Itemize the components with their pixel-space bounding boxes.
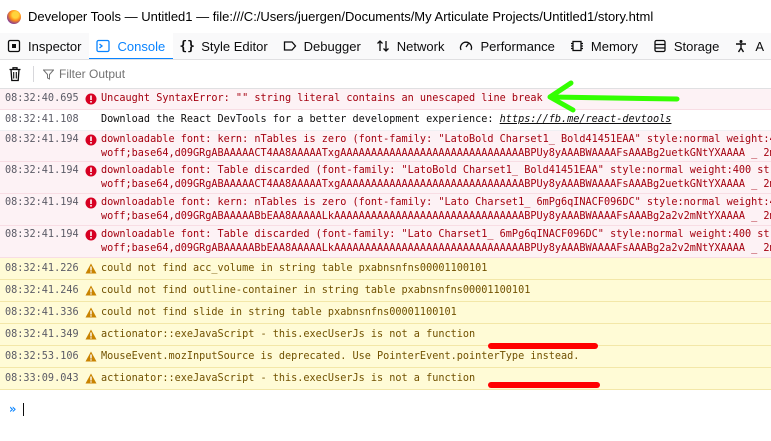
message-timestamp: 08:32:41.336 xyxy=(5,306,79,318)
text-caret xyxy=(23,402,25,416)
console-message-warning: 08:32:41.246 could not find outline-cont… xyxy=(0,280,771,302)
tab-label: Network xyxy=(396,38,445,54)
message-timestamp: 08:32:41.108 xyxy=(5,114,79,125)
message-text-continued: woff;base64,d09GRgABAAAAABbEAA8AAAAALkAA… xyxy=(101,211,771,222)
toolbar-divider xyxy=(33,66,34,82)
message-text: could not find slide in string table pxa… xyxy=(101,306,457,318)
tab-debugger[interactable]: Debugger xyxy=(276,33,369,59)
filter-placeholder: Filter Output xyxy=(59,67,126,81)
warning-icon xyxy=(85,263,101,274)
devtools-tabbar: Inspector Console {} Style Editor Debugg… xyxy=(0,33,771,60)
tab-inspector[interactable]: Inspector xyxy=(0,33,89,59)
tab-label: A xyxy=(755,38,765,54)
message-text: downloadable font: kern: nTables is zero… xyxy=(101,197,771,208)
console-message-error: 08:32:41.194 downloadable font: Table di… xyxy=(0,226,771,258)
storage-icon xyxy=(652,38,668,54)
error-icon xyxy=(85,228,101,257)
trash-icon[interactable] xyxy=(8,66,24,82)
message-timestamp: 08:32:41.246 xyxy=(5,284,79,296)
message-text: downloadable font: Table discarded (font… xyxy=(101,229,771,240)
message-timestamp: 08:32:41.349 xyxy=(5,328,79,340)
tab-label: Storage xyxy=(673,38,720,54)
error-icon xyxy=(85,133,101,161)
message-text: downloadable font: Table discarded (font… xyxy=(101,165,771,176)
tab-label: Memory xyxy=(590,38,638,54)
message-timestamp: 08:32:41.194 xyxy=(5,165,79,176)
filter-output-input[interactable]: Filter Output xyxy=(59,67,259,81)
message-text: actionator::exeJavaScript - this.execUse… xyxy=(101,372,476,384)
console-input[interactable]: » xyxy=(0,398,771,420)
warning-icon xyxy=(85,285,101,296)
debugger-icon xyxy=(282,38,298,54)
tab-network[interactable]: Network xyxy=(369,33,453,59)
warning-icon xyxy=(85,373,101,384)
message-text: MouseEvent.mozInputSource is deprecated.… xyxy=(101,350,580,362)
console-message-warning: 08:32:41.349 actionator::exeJavaScript -… xyxy=(0,324,771,346)
warning-icon xyxy=(85,307,101,318)
window-titlebar: Developer Tools — Untitled1 — file:///C:… xyxy=(0,0,771,33)
warning-icon xyxy=(85,351,101,362)
warning-icon xyxy=(85,329,101,340)
tab-accessibility[interactable]: A xyxy=(727,33,771,59)
error-icon xyxy=(85,164,101,193)
memory-icon xyxy=(569,38,585,54)
message-text: downloadable font: kern: nTables is zero… xyxy=(101,134,771,145)
green-arrow-annotation xyxy=(547,80,680,113)
tab-memory[interactable]: Memory xyxy=(563,33,646,59)
tab-label: Style Editor xyxy=(201,38,268,54)
message-timestamp: 08:32:41.194 xyxy=(5,229,79,240)
red-underline-annotation xyxy=(488,343,598,349)
console-prompt-icon: » xyxy=(9,402,17,416)
message-timestamp: 08:32:40.695 xyxy=(5,93,79,104)
tab-label: Console xyxy=(117,38,166,54)
message-timestamp: 08:32:41.226 xyxy=(5,262,79,274)
message-timestamp: 08:33:09.043 xyxy=(5,372,79,384)
tab-performance[interactable]: Performance xyxy=(452,33,562,59)
message-text-continued: woff;base64,d09GRgABAAAAABbEAA8AAAAALkAA… xyxy=(101,243,771,254)
error-icon xyxy=(85,93,101,105)
message-timestamp: 08:32:41.194 xyxy=(5,134,79,145)
message-text: actionator::exeJavaScript - this.execUse… xyxy=(101,328,476,340)
firefox-logo-icon xyxy=(7,9,21,24)
console-message-warning: 08:32:41.226 could not find acc_volume i… xyxy=(0,258,771,280)
message-text: could not find acc_volume in string tabl… xyxy=(101,262,488,274)
style-editor-icon: {} xyxy=(179,38,196,54)
accessibility-icon xyxy=(733,38,749,54)
console-message-warning: 08:32:53.106 MouseEvent.mozInputSource i… xyxy=(0,346,771,368)
red-underline-annotation xyxy=(488,382,600,388)
console-message-error: 08:32:41.194 downloadable font: kern: nT… xyxy=(0,194,771,226)
tab-label: Inspector xyxy=(28,38,82,54)
message-timestamp: 08:32:53.106 xyxy=(5,350,79,362)
tab-console[interactable]: Console xyxy=(89,33,174,59)
performance-icon xyxy=(458,38,474,54)
tab-label: Performance xyxy=(480,38,555,54)
message-text-continued: woff;base64,d09GRgABAAAAACT4AA8AAAAATxgA… xyxy=(101,148,771,159)
window-title: Developer Tools — Untitled1 — file:///C:… xyxy=(28,9,654,24)
tab-storage[interactable]: Storage xyxy=(646,33,728,59)
react-devtools-link[interactable]: https://fb.me/react-devtools xyxy=(500,114,672,125)
tab-style-editor[interactable]: {} Style Editor xyxy=(173,33,275,59)
message-text-continued: woff;base64,d09GRgABAAAAACT4AA8AAAAATxgA… xyxy=(101,179,771,190)
console-message-warning: 08:33:09.043 actionator::exeJavaScript -… xyxy=(0,368,771,390)
error-icon xyxy=(85,196,101,225)
message-timestamp: 08:32:41.194 xyxy=(5,197,79,208)
filter-icon xyxy=(43,69,54,80)
console-output: 08:32:40.695 Uncaught SyntaxError: "" st… xyxy=(0,89,771,390)
console-message-error: 08:32:41.194 downloadable font: kern: nT… xyxy=(0,131,771,162)
inspector-icon xyxy=(6,38,22,54)
message-text: could not find outline-container in stri… xyxy=(101,284,531,296)
console-message-error: 08:32:41.194 downloadable font: Table di… xyxy=(0,162,771,194)
message-text: Download the React DevTools for a better… xyxy=(101,114,500,125)
network-icon xyxy=(375,38,391,54)
console-message-warning: 08:32:41.336 could not find slide in str… xyxy=(0,302,771,324)
console-icon xyxy=(95,38,111,54)
tab-label: Debugger xyxy=(303,38,361,54)
